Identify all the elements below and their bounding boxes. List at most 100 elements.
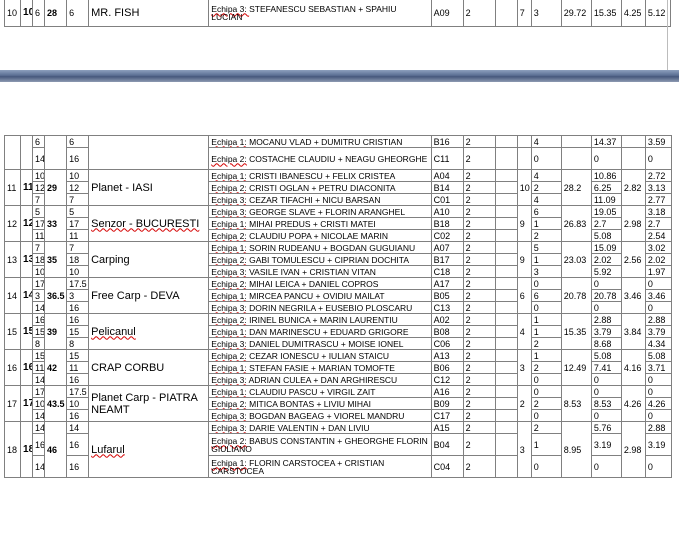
- team-members: Echipa 2: MITICA BONTAS + LIVIU MIHAI: [208, 397, 432, 410]
- team-members: Echipa 3: STEFANESCU SEBASTIAN + SPAHIU …: [208, 0, 432, 27]
- cell-c1: 2: [462, 147, 496, 170]
- cell-sector-points: 16: [66, 313, 90, 326]
- cell-points: 14: [32, 409, 46, 422]
- team-label: Echipa 2:: [211, 398, 247, 409]
- cell-sector: C12: [430, 373, 464, 386]
- cell-v4: 0: [644, 409, 673, 422]
- cell-sector: A02: [430, 313, 464, 326]
- cell-points: 10: [32, 397, 46, 410]
- cell-sector-points: 11: [66, 229, 90, 242]
- cell-v2: 2.02: [590, 253, 622, 266]
- team-names: IRINEL BUNICA + MARIN LAURENTIU: [249, 314, 398, 325]
- cell-c1: 2: [462, 135, 496, 148]
- team-names: SORIN RUDEANU + BOGDAN GUGUIANU: [249, 242, 416, 253]
- cell-place: 11: [20, 169, 34, 206]
- team-names: MITICA BONTAS + LIVIU MIHAI: [249, 398, 372, 409]
- cell-c2: [494, 385, 518, 398]
- team-members: Echipa 1: DAN MARINESCU + EDUARD GRIGORE: [208, 325, 432, 338]
- results-table-top: 10 10 6 28 6 MR. FISH Echipa 3: STEFANES…: [3, 0, 672, 27]
- team-members: Echipa 3: DORIN NEGRILA + EUSEBIO PLOSCA…: [208, 301, 432, 314]
- cell-c1: 2: [462, 241, 496, 254]
- cell-c1: 2: [462, 455, 496, 478]
- cell-sector: B09: [430, 397, 464, 410]
- cell-v4: 2.77: [644, 193, 673, 206]
- cell-c2: [494, 433, 518, 456]
- cell-sector: A10: [430, 205, 464, 218]
- cell-v4: 4.26: [644, 397, 673, 410]
- cell-c4: 2: [530, 181, 562, 194]
- cell-c4: 0: [530, 373, 562, 386]
- cell-v2: 3.19: [590, 433, 622, 456]
- cell-c2: [494, 337, 518, 350]
- team-members: Echipa 2: CEZAR IONESCU + IULIAN STAICU: [208, 349, 432, 362]
- cell-v4: 5.08: [644, 349, 673, 362]
- cell-v2: 15.35: [590, 0, 622, 27]
- team-names: CRISTI IBANESCU + FELIX CRISTEA: [249, 170, 396, 181]
- cell-c2: [494, 397, 518, 410]
- club-name: Free Carp - DEVA: [88, 277, 210, 314]
- cell-total: 46: [44, 421, 68, 478]
- team-names: DANIEL DUMITRASCU + MOISE IONEL: [249, 338, 404, 349]
- cell-c4: 2: [530, 229, 562, 242]
- team-label: Echipa 1:: [211, 290, 247, 301]
- club-name: [88, 135, 210, 170]
- cell-points: 3: [32, 289, 46, 302]
- cell-sector: A15: [430, 421, 464, 434]
- cell-v3: 2.82: [620, 169, 646, 206]
- cell-sector: B06: [430, 361, 464, 374]
- team-names: BOGDAN BAGEAG + VIOREL MANDRU: [249, 410, 405, 421]
- cell-c2: [494, 241, 518, 254]
- cell-total: 43.5: [44, 385, 68, 422]
- cell-c2: [494, 205, 518, 218]
- cell-sector: A04: [430, 169, 464, 182]
- cell-sector: C13: [430, 301, 464, 314]
- section-separator: [0, 70, 679, 82]
- team-names: STEFAN FASIE + MARIAN TOMOFTE: [249, 362, 395, 373]
- cell-c3: [516, 147, 532, 170]
- cell-total: [44, 135, 68, 170]
- cell-v1: 23.03: [560, 241, 592, 278]
- cell-sector-points: 16: [66, 455, 90, 478]
- cell-c2: [494, 135, 518, 148]
- cell-v4: 3.18: [644, 205, 673, 218]
- cell-place: 10: [20, 0, 34, 27]
- cell-v3: 4.16: [620, 349, 646, 386]
- cell-v1: 28.2: [560, 169, 592, 206]
- cell-c1: 2: [462, 229, 496, 242]
- table-row: 1515163916PelicanulEchipa 2: IRINEL BUNI…: [3, 313, 673, 350]
- cell-c2: [494, 313, 518, 326]
- cell-sector: B17: [430, 253, 464, 266]
- team-label: Echipa 1:: [211, 136, 247, 147]
- team-members: Echipa 1: CLAUDIU PASCU + VIRGIL ZAIT: [208, 385, 432, 398]
- cell-v2: 5.92: [590, 265, 622, 278]
- cell-c1: 2: [462, 169, 496, 182]
- cell-no: 13: [3, 241, 22, 278]
- cell-v2: 5.08: [590, 229, 622, 242]
- team-members: Echipa 2: GABI TOMULESCU + CIPRIAN DOCHI…: [208, 253, 432, 266]
- team-label: Echipa 3:: [211, 194, 247, 205]
- cell-points: 15: [32, 349, 46, 362]
- cell-v2: 6.25: [590, 181, 622, 194]
- cell-c1: 2: [462, 337, 496, 350]
- team-members: Echipa 3: GEORGE SLAVE + FLORIN ARANGHEL: [208, 205, 432, 218]
- cell-c4: 1: [530, 325, 562, 338]
- cell-sector: B08: [430, 325, 464, 338]
- club-name: Planet - IASI: [88, 169, 210, 206]
- team-label: Echipa 2:: [211, 314, 247, 325]
- table-row: 14141736.517.5Free Carp - DEVAEchipa 2: …: [3, 277, 673, 314]
- cell-c4: 2: [530, 421, 562, 434]
- team-members: Echipa 1: MIHAI PREDUS + CRISTI MATEI: [208, 217, 432, 230]
- team-names: MIHAI PREDUS + CRISTI MATEI: [249, 218, 376, 229]
- team-members: Echipa 2: COSTACHE CLAUDIU + NEAGU GHEOR…: [208, 147, 432, 170]
- team-members: Echipa 1: MIRCEA PANCU + OVIDIU MAILAT: [208, 289, 432, 302]
- cell-v4: 3.71: [644, 361, 673, 374]
- cell-sector-points: 15: [66, 325, 90, 338]
- cell-c1: 2: [462, 277, 496, 290]
- cell-v3: 2.56: [620, 241, 646, 278]
- cell-v3: [620, 147, 646, 170]
- cell-v4: 2.54: [644, 229, 673, 242]
- cell-sector-points: 18: [66, 253, 90, 266]
- cell-total: 39: [44, 313, 68, 350]
- team-names: DAN MARINESCU + EDUARD GRIGORE: [249, 326, 409, 337]
- club-name: CRAP CORBU: [88, 349, 210, 386]
